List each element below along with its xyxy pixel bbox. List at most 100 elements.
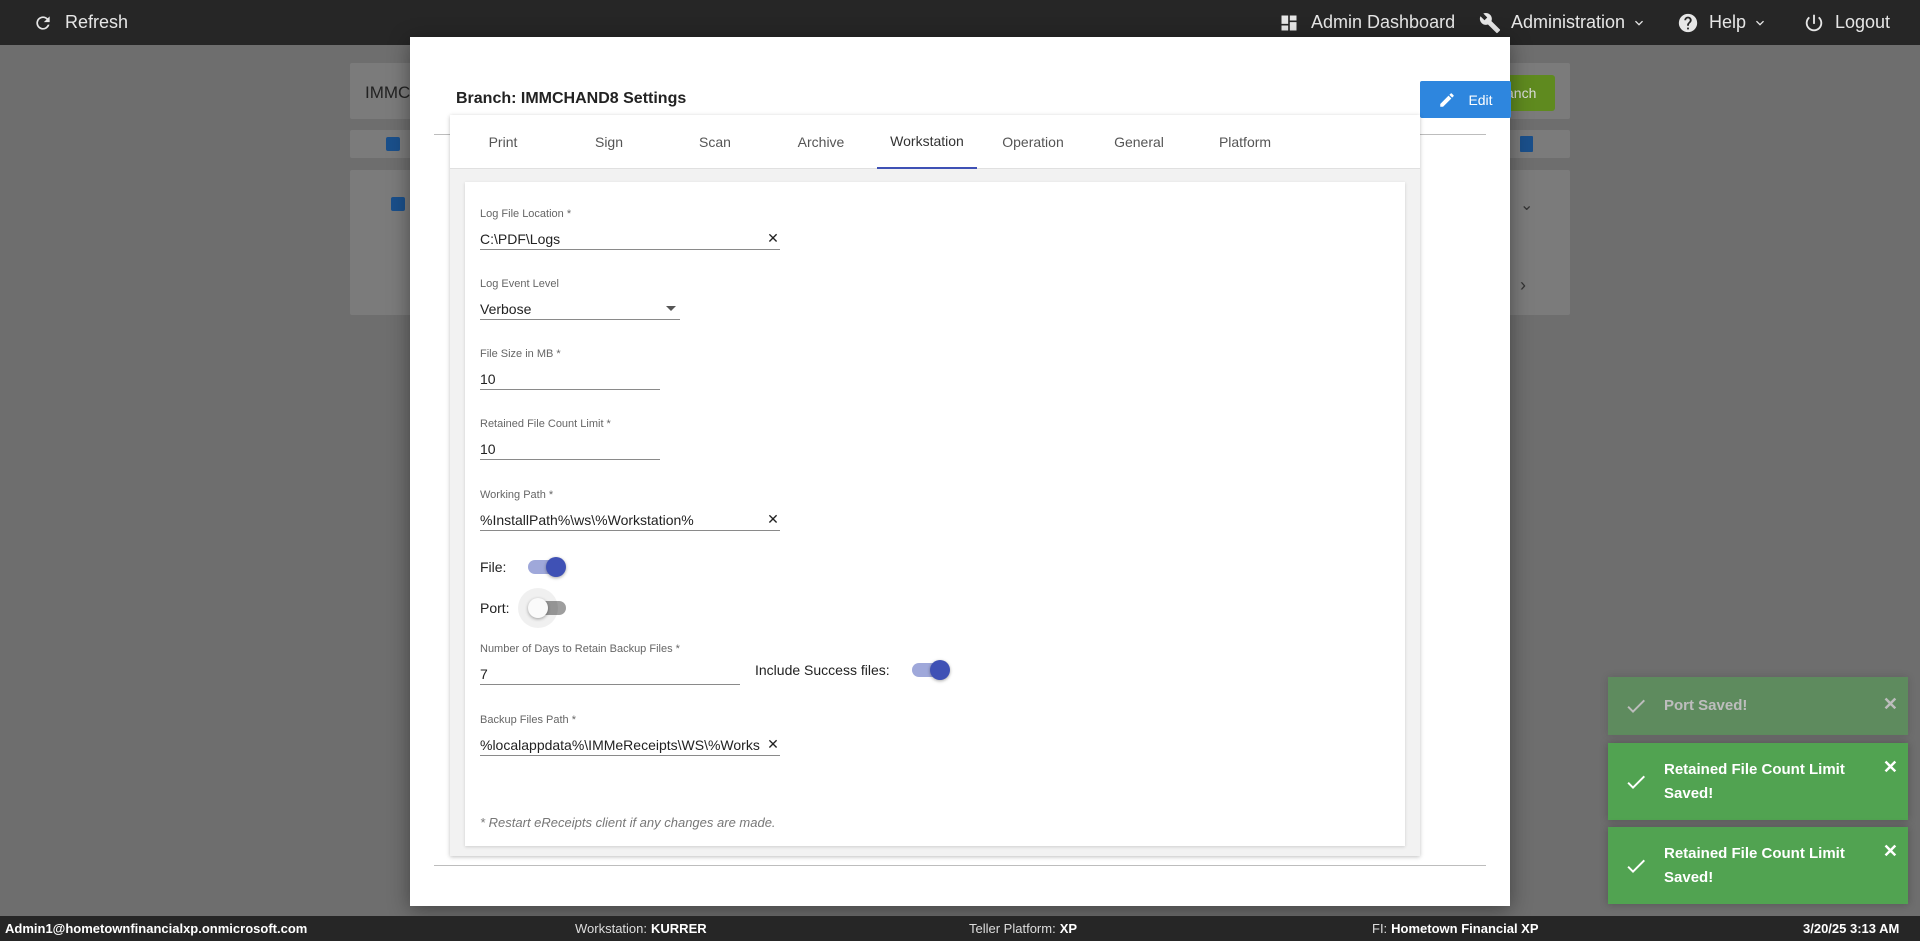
working-path-field: Working Path * %InstallPath%\ws\%Worksta… [480, 489, 780, 531]
status-bar: Admin1@hometownfinancialxp.onmicrosoft.c… [0, 916, 1920, 941]
clear-icon[interactable]: ✕ [766, 230, 780, 247]
tab-general[interactable]: General [1089, 115, 1189, 169]
tab-label: Operation [1002, 134, 1064, 150]
select-all-checkbox[interactable] [386, 137, 400, 151]
working-path-input[interactable]: %InstallPath%\ws\%Workstation% ✕ [480, 509, 780, 531]
check-icon [1608, 770, 1664, 794]
status-user: Admin1@hometownfinancialxp.onmicrosoft.c… [5, 916, 307, 941]
log-event-level-select[interactable]: Verbose [480, 298, 680, 320]
field-label: Retained File Count Limit * [480, 418, 611, 430]
tab-label: Scan [699, 134, 731, 150]
toast-message: Retained File Count Limit Saved! [1664, 844, 1845, 886]
check-icon [1608, 694, 1664, 718]
field-value: C:\PDF\Logs [480, 230, 561, 247]
file-toggle-row: File: [480, 557, 567, 577]
tab-scan[interactable]: Scan [665, 115, 765, 169]
tab-label: Platform [1218, 134, 1272, 150]
close-icon[interactable]: ✕ [1883, 694, 1898, 715]
edit-button[interactable]: Edit [1420, 81, 1511, 118]
toast-notification[interactable]: Retained File Count Limit Saved! ✕ [1608, 827, 1908, 904]
chevron-down-icon [1631, 15, 1647, 31]
clear-icon[interactable]: ✕ [766, 736, 780, 753]
status-key: Workstation: [575, 921, 648, 936]
backup-days-input[interactable]: 7 [480, 663, 740, 685]
refresh-label: Refresh [65, 12, 129, 32]
status-value: Hometown Financial XP [1391, 921, 1539, 936]
field-value: %InstallPath%\ws\%Workstation% [480, 511, 694, 528]
status-user-value: Admin1@hometownfinancialxp.onmicrosoft.c… [5, 921, 308, 936]
field-value: Verbose [480, 300, 532, 317]
power-icon [1803, 12, 1825, 34]
chevron-down-icon [1752, 15, 1768, 31]
toggle-knob [929, 660, 950, 680]
dropdown-arrow-icon [666, 306, 676, 311]
row-checkbox[interactable] [391, 197, 405, 211]
help-menu[interactable]: Help [1677, 0, 1768, 45]
retained-file-count-input[interactable]: 10 [480, 438, 660, 460]
tab-label: Workstation [890, 133, 964, 149]
retained-file-count-field: Retained File Count Limit * 10 [480, 418, 660, 460]
tab-platform[interactable]: Platform [1195, 115, 1295, 169]
admin-dashboard-label: Admin Dashboard [1311, 12, 1456, 32]
tab-label: General [1114, 134, 1164, 150]
refresh-button[interactable]: Refresh [33, 0, 128, 45]
include-success-toggle[interactable] [911, 660, 950, 680]
toast-message: Retained File Count Limit Saved! [1664, 760, 1845, 802]
tab-label: Archive [797, 134, 845, 150]
backup-days-field: Number of Days to Retain Backup Files * … [480, 643, 740, 685]
include-success-label: Include Success files: [755, 662, 890, 678]
log-event-level-field: Log Event Level Verbose [480, 278, 680, 320]
clear-icon[interactable]: ✕ [766, 511, 780, 528]
refresh-icon [33, 12, 55, 34]
tab-archive[interactable]: Archive [771, 115, 871, 169]
logout-button[interactable]: Logout [1803, 0, 1890, 45]
status-value: KURRER [651, 921, 707, 936]
logout-label: Logout [1835, 12, 1891, 32]
help-label: Help [1709, 12, 1747, 32]
edit-label: Edit [1468, 91, 1493, 108]
field-label: Backup Files Path * [480, 714, 576, 726]
file-size-input[interactable]: 10 [480, 368, 660, 390]
tab-operation[interactable]: Operation [983, 115, 1083, 169]
tab-print[interactable]: Print [453, 115, 553, 169]
check-icon [1608, 854, 1664, 878]
toggle-knob [546, 557, 567, 577]
field-label: File Size in MB * [480, 348, 561, 360]
chevron-down-icon[interactable]: ⌄ [1520, 195, 1533, 215]
close-icon[interactable]: ✕ [1883, 757, 1898, 778]
tab-label: Sign [594, 134, 624, 150]
settings-panel: Print Sign Scan Archive Workstation Oper… [450, 115, 1420, 856]
port-toggle[interactable] [517, 588, 566, 628]
tab-workstation[interactable]: Workstation [877, 115, 977, 169]
pencil-icon [1440, 92, 1455, 107]
wrench-icon [1479, 12, 1501, 34]
log-file-location-field: Log File Location * C:\PDF\Logs ✕ [480, 208, 780, 250]
status-datetime: 3/20/25 3:13 AM [1803, 916, 1899, 941]
modal-divider [434, 865, 1486, 866]
tab-sign[interactable]: Sign [559, 115, 659, 169]
chevron-right-icon[interactable]: › [1520, 275, 1526, 296]
status-workstation: Workstation: KURRER [575, 916, 707, 941]
settings-tabs: Print Sign Scan Archive Workstation Oper… [450, 115, 1420, 169]
field-value: %localappdata%\IMMeReceipts\WS\%Works [480, 736, 760, 753]
status-fi: FI: Hometown Financial XP [1372, 916, 1539, 941]
toast-notification[interactable]: Port Saved! ✕ [1608, 677, 1908, 735]
backup-path-field: Backup Files Path * %localappdata%\IMMeR… [480, 714, 780, 756]
field-label: Log Event Level [480, 278, 559, 290]
field-value: 7 [480, 665, 488, 682]
log-file-location-input[interactable]: C:\PDF\Logs ✕ [480, 228, 780, 250]
trash-icon[interactable] [1520, 136, 1533, 152]
close-icon[interactable]: ✕ [1883, 841, 1898, 862]
field-label: Working Path * [480, 489, 554, 501]
help-icon [1677, 12, 1699, 34]
workstation-form: Log File Location * C:\PDF\Logs ✕ Log Ev… [465, 182, 1405, 846]
file-toggle-label: File: [480, 559, 507, 575]
tab-label: Print [488, 134, 518, 150]
status-key: FI: [1372, 921, 1388, 936]
toast-notification[interactable]: Retained File Count Limit Saved! ✕ [1608, 743, 1908, 820]
toast-message: Port Saved! [1664, 697, 1748, 714]
backup-path-input[interactable]: %localappdata%\IMMeReceipts\WS\%Works ✕ [480, 734, 780, 756]
port-toggle-row: Port: [480, 588, 566, 628]
file-toggle[interactable] [528, 557, 567, 577]
toggle-knob [527, 598, 548, 618]
